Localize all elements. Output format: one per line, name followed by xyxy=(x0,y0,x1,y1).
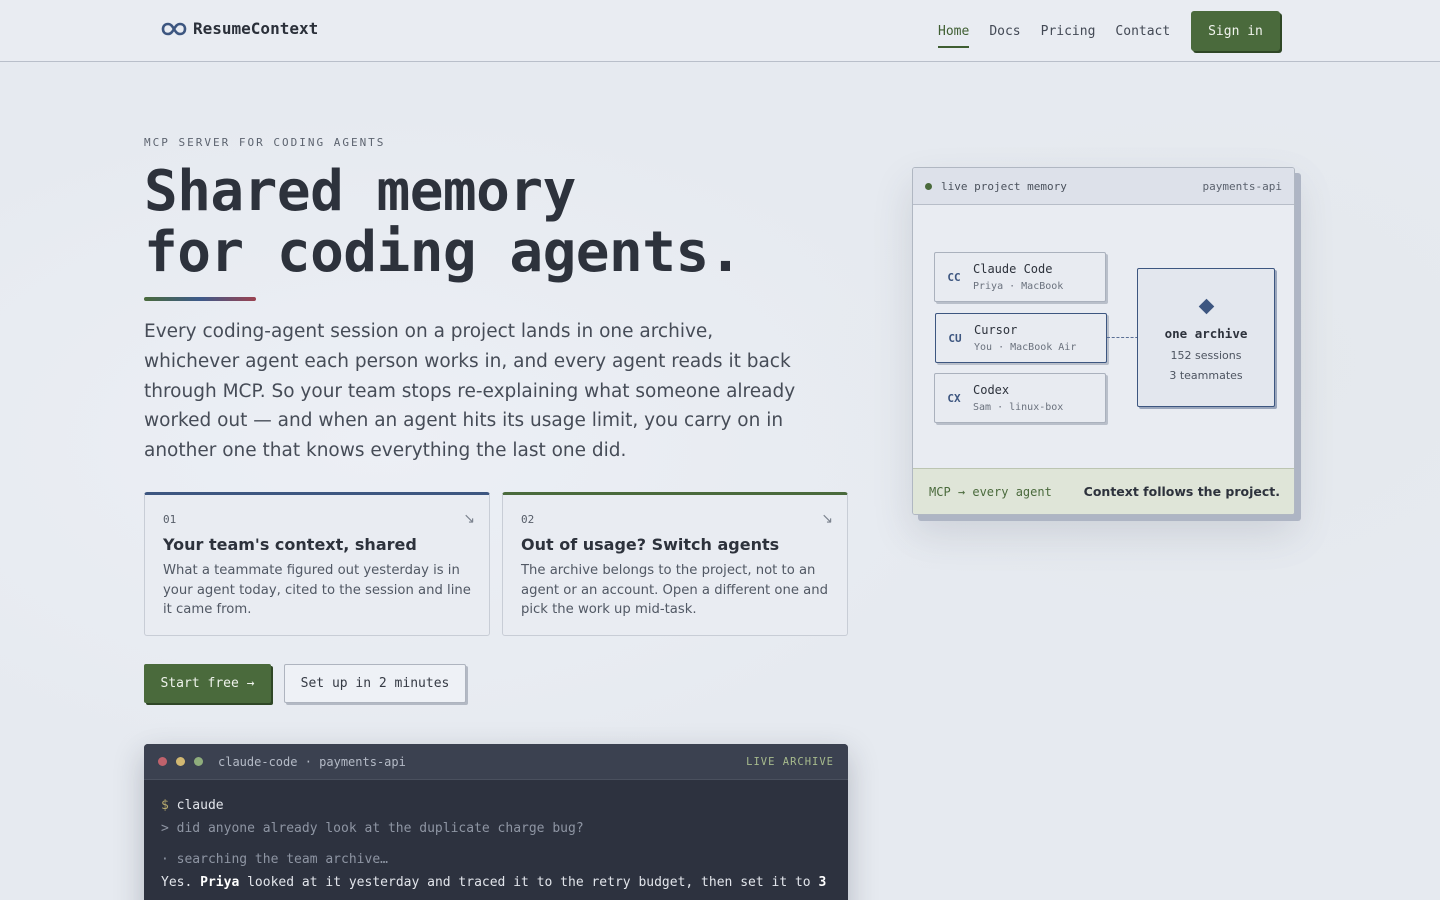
hero-title-line2: for coding agents. xyxy=(144,220,742,285)
answer-start: Yes. xyxy=(161,874,201,890)
panel-tagline: Context follows the project. xyxy=(1083,484,1280,499)
agent-abbr: CX xyxy=(947,391,961,405)
agent-abbr: CC xyxy=(947,270,961,284)
panel-project: payments-api xyxy=(1202,179,1282,193)
minimize-dot-icon xyxy=(176,757,185,766)
arrow-down-right-icon: ↘ xyxy=(463,511,475,527)
feature-number: 02 xyxy=(521,513,535,526)
terminal-status: · searching the team archive… xyxy=(161,852,388,867)
sign-in-button[interactable]: Sign in xyxy=(1191,11,1280,51)
terminal-titlebar: claude-code · payments-api LIVE ARCHIVE xyxy=(144,744,848,780)
agent-card-claude-code: CC Claude Code Priya · MacBook xyxy=(934,252,1106,302)
terminal-title: claude-code · payments-api xyxy=(218,754,406,769)
mcp-note: MCP → every agent xyxy=(929,484,1052,499)
close-dot-icon xyxy=(158,757,167,766)
agent-owner: Priya · MacBook xyxy=(973,281,1064,292)
hero-lead: Every coding-agent session on a project … xyxy=(144,321,796,462)
memory-diagram-panel: live project memory payments-api CC Clau… xyxy=(912,167,1295,515)
live-archive-badge: LIVE ARCHIVE xyxy=(746,755,834,768)
brand[interactable]: ResumeContext xyxy=(161,19,318,38)
terminal-command: claude xyxy=(176,798,224,813)
agent-name: Codex xyxy=(973,383,1010,397)
hero-title-line1: Shared memory xyxy=(144,159,576,224)
agent-card-codex: CX Codex Sam · linux-box xyxy=(934,373,1106,423)
terminal-window: claude-code · payments-api LIVE ARCHIVE … xyxy=(144,744,848,900)
feature-body: The archive belongs to the project, not … xyxy=(521,563,828,617)
hero-title: Shared memory for coding agents. xyxy=(144,161,864,283)
panel-header: live project memory payments-api xyxy=(913,168,1294,205)
title-underline xyxy=(144,297,256,301)
prompt-symbol: $ xyxy=(161,798,169,813)
setup-button[interactable]: Set up in 2 minutes xyxy=(284,664,466,703)
infinity-icon xyxy=(161,22,187,35)
nav-home[interactable]: Home xyxy=(938,18,970,48)
archive-teammates: 3 teammates xyxy=(1169,369,1243,382)
agent-card-cursor: CU Cursor You · MacBook Air xyxy=(935,313,1107,363)
answer-name: Priya xyxy=(200,874,240,890)
main-nav: Home Docs Pricing Contact xyxy=(938,0,1170,62)
terminal-answer: Yes. Priya looked at it yesterday and tr… xyxy=(161,875,831,898)
diamond-icon xyxy=(1198,298,1214,315)
maximize-dot-icon xyxy=(194,757,203,766)
feature-number: 01 xyxy=(163,513,177,526)
agent-name: Claude Code xyxy=(973,262,1053,276)
nav-contact[interactable]: Contact xyxy=(1115,18,1170,45)
hero-eyebrow: MCP SERVER FOR CODING AGENTS xyxy=(144,136,386,149)
agent-abbr: CU xyxy=(948,331,962,345)
brand-name: ResumeContext xyxy=(193,19,319,38)
agent-name: Cursor xyxy=(974,323,1018,337)
terminal-command-line: $ claude xyxy=(161,798,831,821)
nav-pricing[interactable]: Pricing xyxy=(1041,18,1096,45)
terminal-question: > did anyone already look at the duplica… xyxy=(161,820,584,836)
terminal-body: $ claude > did anyone already look at th… xyxy=(144,780,848,900)
feature-title: Out of usage? Switch agents xyxy=(521,535,780,554)
top-navbar: ResumeContext Home Docs Pricing Contact … xyxy=(0,0,1440,62)
feature-title: Your team's context, shared xyxy=(163,535,417,554)
answer-mid: looked at it yesterday and traced it to … xyxy=(239,874,819,890)
panel-footer: MCP → every agent Context follows the pr… xyxy=(913,468,1294,514)
archive-title: one archive xyxy=(1164,326,1248,341)
agent-owner: Sam · linux-box xyxy=(973,402,1064,413)
arrow-down-right-icon: ↘ xyxy=(821,511,833,527)
agent-owner: You · MacBook Air xyxy=(974,342,1077,353)
live-status-dot-icon xyxy=(925,182,932,190)
nav-docs[interactable]: Docs xyxy=(989,18,1020,45)
start-free-button[interactable]: Start free → xyxy=(144,664,271,703)
archive-sessions: 152 sessions xyxy=(1170,349,1242,362)
feature-card-switch-agents: 02 ↘ Out of usage? Switch agents The arc… xyxy=(502,492,848,636)
answer-value: 3 xyxy=(818,874,827,890)
feature-body: What a teammate figured out yesterday is… xyxy=(163,563,471,617)
panel-label: live project memory xyxy=(941,179,1067,193)
archive-node: one archive 152 sessions 3 teammates xyxy=(1137,268,1275,407)
feature-card-shared-context: 01 ↘ Your team's context, shared What a … xyxy=(144,492,490,636)
